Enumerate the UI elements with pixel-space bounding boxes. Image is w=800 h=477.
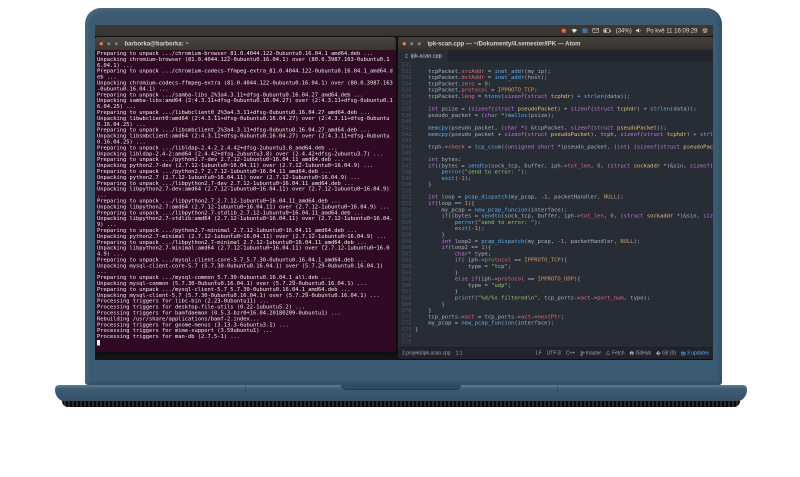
code-editor[interactable]: 531 532 tcpPacket.srcAddr = inet_addr(my…: [398, 62, 713, 347]
updater-icon[interactable]: [561, 28, 567, 34]
terminal-output[interactable]: Preparing to unpack .../chromium-browser…: [95, 50, 396, 352]
status-file-path-label: 2.projekt/ipk-scan.cpp: [402, 350, 451, 357]
terminal-line: Unpacking libpython2.7-stdlib:amd64 (2.7…: [97, 215, 393, 228]
laptop-base: [55, 385, 747, 402]
package-icon: [681, 351, 686, 356]
network-icon[interactable]: [571, 28, 578, 34]
terminal-cursor: [97, 340, 100, 346]
line-number: 575: [401, 338, 412, 346]
battery-icon[interactable]: [603, 28, 612, 33]
session-gear-icon[interactable]: [702, 28, 708, 34]
laptop-mockup: (34%) Po kvě 11 16:09:29 barborka@barbor…: [0, 0, 800, 477]
status-cursor-position[interactable]: 1:1: [456, 351, 463, 357]
atom-titlebar[interactable]: ipk-scan.cpp — ~/Dokumenty/4.semester/IP…: [398, 37, 713, 50]
code-line: 575: [398, 339, 713, 345]
code-line: 544 tcph->check = tcp_csum((unsigned sho…: [398, 144, 713, 150]
terminal-window: barborka@barborka: ~ Preparing to unpack…: [95, 37, 396, 352]
c-file-icon: C: [405, 52, 409, 60]
terminal-titlebar[interactable]: barborka@barborka: ~: [95, 37, 396, 50]
volume-icon[interactable]: [636, 28, 642, 33]
terminal-line: Unpacking chromium-codecs-ffmpeg-extra (…: [97, 79, 393, 92]
keyboard-layout-icon[interactable]: [582, 27, 589, 34]
status-updates[interactable]: 3 updates: [681, 350, 709, 357]
github-icon: [629, 351, 635, 356]
maximize-button[interactable]: [114, 41, 119, 46]
mail-icon[interactable]: [592, 28, 600, 33]
terminal-line: Unpacking libpython2.7-minimal:amd64 (2.…: [97, 244, 390, 258]
close-button[interactable]: [99, 41, 104, 46]
top-panel: (34%) Po kvě 11 16:09:29: [95, 25, 713, 36]
terminal-line: Unpacking mysql-client-core-5.7 (5.7.30-…: [97, 262, 387, 275]
terminal-line: Preparing to unpack .../chromium-codecs-…: [97, 67, 393, 81]
battery-percent: (34%): [615, 27, 632, 34]
laptop-base-notch: [341, 385, 461, 390]
terminal-line: Unpacking chromium-browser (81.0.4044.12…: [97, 55, 390, 69]
status-line-ending-label: LF: [535, 350, 542, 357]
maximize-button[interactable]: [417, 41, 422, 46]
code-line: 542 memcpy(pseudo_packet + sizeof(struct…: [398, 131, 713, 137]
git-icon: [656, 351, 661, 356]
terminal-line: Unpacking libwbclient0:amd64 (2:4.3.11+d…: [97, 114, 390, 128]
status-github[interactable]: GitHub: [629, 350, 652, 357]
status-grammar-label: C++: [565, 350, 576, 357]
status-git-fetch-label: Fetch: [612, 350, 625, 357]
tab-bar: C ipk-scan.cpp: [398, 50, 713, 62]
minimize-button[interactable]: [409, 41, 414, 46]
status-git-fetch[interactable]: Fetch: [606, 350, 625, 357]
laptop-bottom-edge: [62, 401, 740, 407]
status-git-changes[interactable]: Git (0): [656, 350, 677, 357]
tab-label: ipk-scan.cpp: [410, 53, 442, 59]
status-bar: 2.projekt/ipk-scan.cpp 1:1 LF UTF-8 C++ mast…: [398, 347, 713, 359]
terminal-line: Unpacking libpython2.7-dev:amd64 (2.7.12…: [97, 185, 393, 199]
minimize-button[interactable]: [106, 41, 111, 46]
tab-ipk-scan-cpp[interactable]: C ipk-scan.cpp: [398, 50, 450, 62]
git-branch-icon: [580, 350, 585, 356]
laptop-lid: (34%) Po kvě 11 16:09:29 barborka@barbor…: [85, 8, 722, 385]
status-git-branch-label: master: [585, 350, 602, 357]
laptop-screen: (34%) Po kvě 11 16:09:29 barborka@barbor…: [95, 25, 713, 360]
status-line-ending[interactable]: LF: [536, 351, 542, 357]
status-github-label: GitHub: [635, 350, 652, 357]
terminal-line: Unpacking libsmbclient:amd64 (2:4.3.11+d…: [97, 132, 390, 145]
status-git-changes-label: Git (0): [662, 350, 677, 357]
sync-icon: [606, 351, 611, 356]
status-encoding[interactable]: UTF-8: [547, 351, 561, 357]
clock[interactable]: Po kvě 11 16:09:29: [646, 27, 697, 34]
status-cursor-position-label: 1:1: [455, 350, 463, 357]
atom-window-title: ipk-scan.cpp — ~/Dokumenty/4.semester/IP…: [427, 40, 581, 47]
status-grammar[interactable]: C++: [566, 351, 575, 357]
status-encoding-label: UTF-8: [546, 350, 561, 357]
status-file-path[interactable]: 2.projekt/ipk-scan.cpp: [402, 351, 451, 357]
status-updates-label: 3 updates: [687, 350, 709, 357]
terminal-line: Unpacking samba-libs:amd64 (2:4.3.11+dfs…: [97, 97, 393, 110]
close-button[interactable]: [402, 41, 407, 46]
terminal-title: barborka@barborka: ~: [124, 40, 189, 47]
atom-window: ipk-scan.cpp — ~/Dokumenty/4.semester/IP…: [398, 37, 713, 359]
status-git-branch[interactable]: master: [580, 350, 602, 357]
